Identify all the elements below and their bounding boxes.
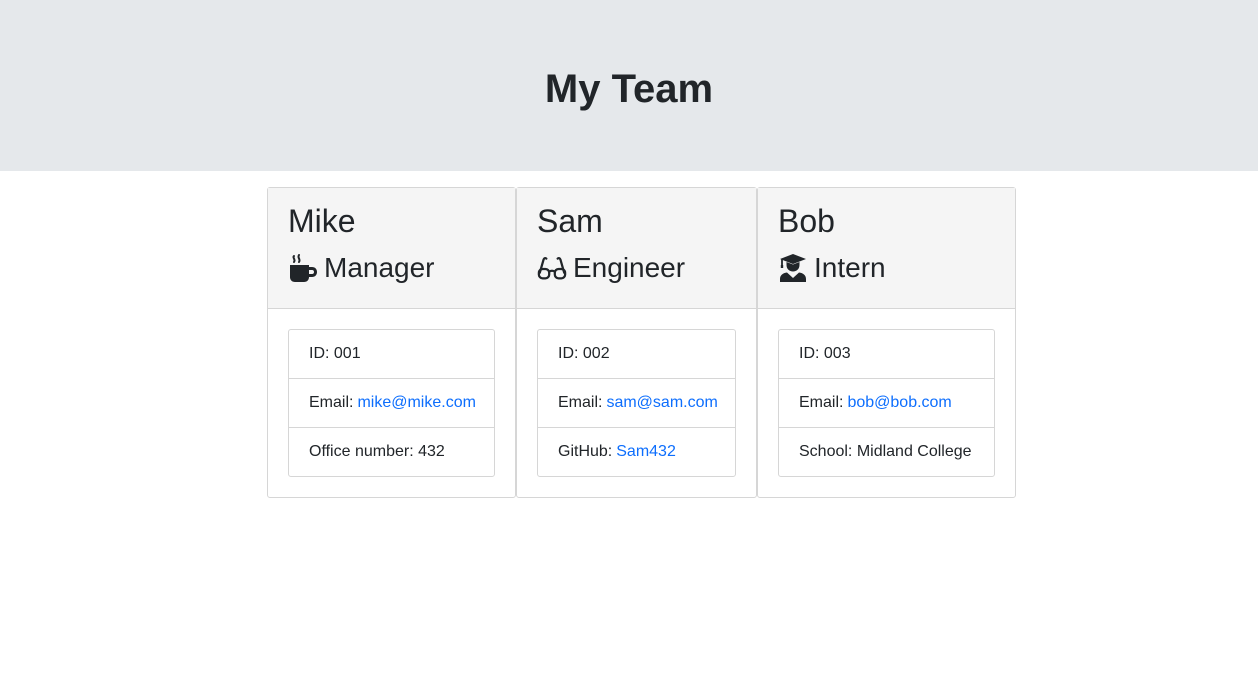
employee-role: Manager bbox=[288, 249, 495, 287]
email-link[interactable]: mike@mike.com bbox=[357, 394, 475, 412]
school-item: School: Midland College bbox=[799, 443, 972, 460]
employee-name: Mike bbox=[288, 203, 356, 239]
graduate-icon bbox=[778, 253, 808, 283]
email-item: Email: sam@sam.com bbox=[538, 379, 735, 428]
employee-role: Engineer bbox=[537, 249, 736, 287]
page-title: My Team bbox=[544, 66, 714, 111]
email-label: Email: bbox=[558, 394, 603, 411]
email-link[interactable]: sam@sam.com bbox=[606, 394, 717, 412]
email-label: Email: bbox=[799, 394, 844, 411]
github-label: GitHub: bbox=[558, 443, 613, 460]
card-header: Mike Manager bbox=[268, 188, 515, 309]
employee-card-intern: Bob Intern ID: 003 Email: bob@bob.com Sc… bbox=[757, 187, 1016, 498]
github-item: GitHub: Sam432 bbox=[538, 428, 735, 476]
glasses-icon bbox=[537, 253, 567, 283]
employee-details-list: ID: 003 Email: bob@bob.com School: Midla… bbox=[778, 329, 995, 477]
team-cards: Mike Manager ID: 001 Email: mike@mike.co… bbox=[267, 187, 1016, 498]
employee-name: Bob bbox=[778, 203, 835, 239]
role-label: Intern bbox=[814, 252, 886, 283]
office-number-item: Office number: 432 bbox=[309, 443, 445, 460]
id-item: ID: 003 bbox=[779, 330, 994, 379]
role-label: Manager bbox=[324, 252, 435, 283]
card-body: ID: 002 Email: sam@sam.com GitHub: Sam43… bbox=[517, 309, 756, 497]
card-header: Bob Intern bbox=[758, 188, 1015, 309]
employee-card-engineer: Sam Engineer ID: 002 Email: sam@sam.com … bbox=[516, 187, 757, 498]
card-body: ID: 003 Email: bob@bob.com School: Midla… bbox=[758, 309, 1015, 497]
employee-role: Intern bbox=[778, 249, 995, 287]
email-item: Email: mike@mike.com bbox=[289, 379, 494, 428]
id-item: ID: 001 bbox=[289, 330, 494, 379]
card-body: ID: 001 Email: mike@mike.com Office numb… bbox=[268, 309, 515, 497]
email-link[interactable]: bob@bob.com bbox=[847, 394, 951, 412]
email-label: Email: bbox=[309, 394, 354, 411]
role-label: Engineer bbox=[573, 252, 686, 283]
id-item: ID: 002 bbox=[538, 330, 735, 379]
email-item: Email: bob@bob.com bbox=[779, 379, 994, 428]
employee-details-list: ID: 002 Email: sam@sam.com GitHub: Sam43… bbox=[537, 329, 736, 477]
coffee-mug-icon bbox=[288, 253, 318, 283]
jumbotron-header: My Team bbox=[0, 0, 1258, 171]
card-header: Sam Engineer bbox=[517, 188, 756, 309]
github-link[interactable]: Sam432 bbox=[616, 443, 676, 461]
employee-details-list: ID: 001 Email: mike@mike.com Office numb… bbox=[288, 329, 495, 477]
employee-name: Sam bbox=[537, 203, 603, 239]
employee-card-manager: Mike Manager ID: 001 Email: mike@mike.co… bbox=[267, 187, 516, 498]
